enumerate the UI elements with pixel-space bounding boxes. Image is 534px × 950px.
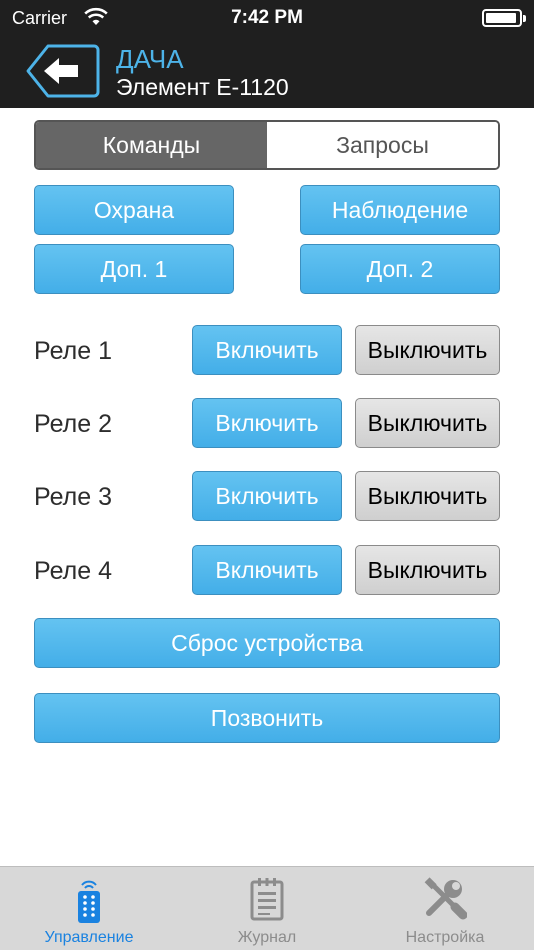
observe-button[interactable]: Наблюдение — [300, 185, 500, 235]
relay-4-on-button[interactable]: Включить — [192, 545, 342, 595]
relay-3-off-button[interactable]: Выключить — [355, 471, 500, 521]
tab-journal[interactable]: Журнал — [178, 867, 356, 950]
status-time: 7:42 PM — [231, 7, 303, 28]
tab-journal-label: Журнал — [237, 929, 297, 946]
segment-commands[interactable]: Команды — [36, 122, 267, 168]
mode-segmented-control: Команды Запросы — [34, 120, 500, 170]
tab-control[interactable]: Управление — [0, 867, 178, 950]
relay-2-label: Реле 2 — [34, 410, 112, 438]
navigation-header: Carrier 7:42 PM ДАЧА Элемент Е-1120 — [0, 0, 534, 108]
call-button[interactable]: Позвонить — [34, 693, 500, 743]
relay-4-off-button[interactable]: Выключить — [355, 545, 500, 595]
page-title: ДАЧА — [116, 44, 184, 74]
page-subtitle: Элемент Е-1120 — [116, 74, 289, 100]
remote-control-icon — [78, 880, 100, 923]
tools-icon — [424, 877, 467, 920]
back-button[interactable] — [26, 44, 100, 98]
relay-1-off-button[interactable]: Выключить — [355, 325, 500, 375]
relay-3-on-button[interactable]: Включить — [192, 471, 342, 521]
relay-3-label: Реле 3 — [34, 483, 112, 511]
extra1-button[interactable]: Доп. 1 — [34, 244, 234, 294]
relay-4-label: Реле 4 — [34, 557, 112, 585]
segment-requests[interactable]: Запросы — [267, 122, 498, 168]
reset-device-button[interactable]: Сброс устройства — [34, 618, 500, 668]
tab-settings[interactable]: Настройка — [356, 867, 534, 950]
tab-settings-label: Настройка — [405, 929, 485, 946]
tab-control-label: Управление — [44, 929, 134, 946]
notepad-icon — [250, 878, 284, 921]
status-bar: Carrier 7:42 PM — [0, 0, 534, 36]
relay-2-on-button[interactable]: Включить — [192, 398, 342, 448]
extra2-button[interactable]: Доп. 2 — [300, 244, 500, 294]
relay-2-off-button[interactable]: Выключить — [355, 398, 500, 448]
relay-1-on-button[interactable]: Включить — [192, 325, 342, 375]
tab-bar: Управление Журнал Настройка — [0, 866, 534, 950]
back-arrow-icon — [26, 44, 100, 98]
battery-icon — [482, 9, 526, 27]
guard-button[interactable]: Охрана — [34, 185, 234, 235]
relay-1-label: Реле 1 — [34, 337, 112, 365]
